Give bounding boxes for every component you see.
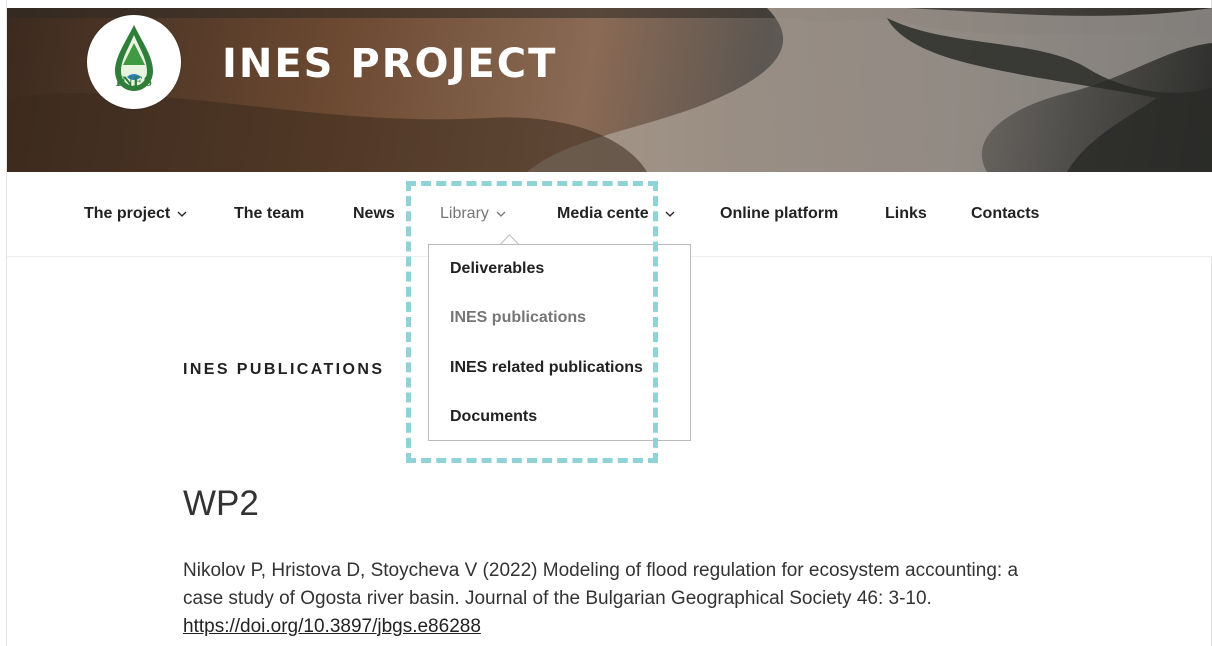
nav-item-links[interactable]: Links bbox=[885, 205, 927, 223]
nav-item-label: News bbox=[353, 205, 395, 222]
nav-item-label: Media cente bbox=[557, 205, 649, 222]
submenu-item-deliverables[interactable]: Deliverables bbox=[450, 260, 544, 278]
citation-text: Nikolov P, Hristova D, Stoycheva V (2022… bbox=[183, 560, 1019, 609]
chevron-down-icon bbox=[177, 211, 187, 217]
nav-item-the-project[interactable]: The project bbox=[84, 205, 187, 223]
submenu-item-ines-publications[interactable]: INES publications bbox=[450, 309, 586, 327]
ines-logo[interactable]: INES bbox=[87, 15, 181, 109]
nav-item-label: The team bbox=[234, 205, 305, 222]
doi-link[interactable]: https://doi.org/10.3897/jbgs.e86288 bbox=[183, 616, 481, 637]
section-heading: WP2 bbox=[183, 484, 259, 523]
nav-item-library[interactable]: Library bbox=[440, 205, 506, 223]
publication-citation: Nikolov P, Hristova D, Stoycheva V (2022… bbox=[183, 557, 1053, 641]
nav-item-online-platform[interactable]: Online platform bbox=[720, 205, 838, 223]
logo-text: INES bbox=[115, 74, 153, 90]
library-submenu: Deliverables INES publications INES rela… bbox=[428, 244, 691, 441]
ines-logo-icon bbox=[115, 25, 153, 91]
nav-item-label: The project bbox=[84, 205, 171, 222]
nav-item-media-center[interactable]: Media cente bbox=[557, 205, 675, 223]
header-landscape-image bbox=[7, 8, 1212, 172]
nav-item-news[interactable]: News bbox=[353, 205, 395, 223]
nav-item-label: Contacts bbox=[971, 205, 1040, 222]
chevron-down-icon bbox=[665, 211, 675, 217]
site-header: INES INES PROJECT bbox=[7, 8, 1212, 172]
page-title: INES PUBLICATIONS bbox=[183, 361, 385, 378]
nav-item-the-team[interactable]: The team bbox=[234, 205, 304, 223]
site-title[interactable]: INES PROJECT bbox=[222, 41, 557, 87]
submenu-item-documents[interactable]: Documents bbox=[450, 408, 537, 426]
chevron-down-icon bbox=[496, 211, 506, 217]
nav-item-label: Links bbox=[885, 205, 927, 222]
nav-item-label: Library bbox=[440, 205, 489, 222]
submenu-item-ines-related-publications[interactable]: INES related publications bbox=[450, 359, 643, 377]
nav-item-contacts[interactable]: Contacts bbox=[971, 205, 1039, 223]
nav-item-label: Online platform bbox=[720, 205, 839, 222]
